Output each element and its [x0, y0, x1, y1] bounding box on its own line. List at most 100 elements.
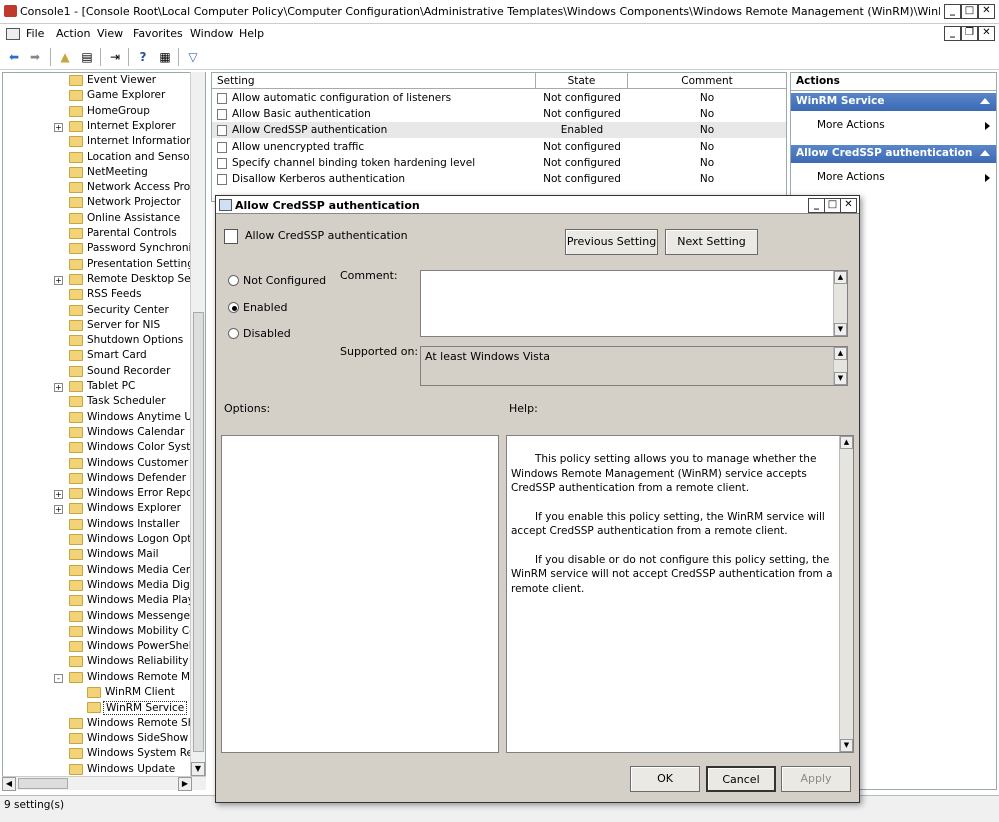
column-header-state[interactable]: State	[536, 73, 628, 89]
back-arrow-icon[interactable]: ⬅	[5, 48, 23, 66]
child-close-button[interactable]: ✕	[978, 26, 995, 41]
up-folder-icon[interactable]: ▲	[56, 48, 74, 66]
tree-item[interactable]: Windows Media Player	[3, 594, 205, 609]
show-hide-tree-icon[interactable]: ▤	[78, 48, 96, 66]
tree-item[interactable]: Windows Defender	[3, 472, 203, 487]
tree-item[interactable]: Windows Anytime Upgr	[3, 411, 205, 426]
tree-item[interactable]: Windows SideShow	[3, 732, 203, 747]
tree-item[interactable]: Windows Installer	[3, 518, 203, 533]
scroll-left-button[interactable]: ◀	[2, 777, 16, 791]
tree-item[interactable]: Windows Remote Shell	[3, 717, 205, 732]
tree-item[interactable]: + Tablet PC	[3, 380, 203, 395]
table-row[interactable]: Allow Basic authentication Not configured…	[212, 106, 786, 122]
menu-view[interactable]: View	[97, 27, 123, 40]
tree-item[interactable]: WinRM Service	[3, 701, 203, 716]
dialog-close-button[interactable]: ✕	[840, 198, 857, 213]
tree-item[interactable]: Parental Controls	[3, 227, 203, 242]
comment-scrollbar[interactable]: ▲ ▼	[833, 271, 847, 336]
scroll-right-button[interactable]: ▶	[178, 777, 192, 791]
menu-help[interactable]: Help	[239, 27, 264, 40]
tree-item[interactable]: Windows Media Digital R	[3, 579, 205, 594]
expand-icon[interactable]: +	[54, 383, 63, 392]
tree-item[interactable]: Password Synchronizat	[3, 242, 205, 257]
child-restore-button[interactable]: ❐	[961, 26, 978, 41]
tree-item[interactable]: HomeGroup	[3, 105, 203, 120]
ok-button[interactable]: OK	[630, 766, 700, 792]
column-header-setting[interactable]: Setting	[212, 73, 536, 89]
radio-disabled[interactable]	[228, 328, 239, 339]
tree-item[interactable]: + Windows Explorer	[3, 502, 203, 517]
tree-item[interactable]: NetMeeting	[3, 166, 203, 181]
expand-icon[interactable]: +	[54, 122, 63, 132]
tree-item[interactable]: Windows Media Center	[3, 564, 205, 579]
tree-horizontal-scrollbar[interactable]: ◀ ▶	[2, 776, 206, 791]
collapse-icon[interactable]: -	[54, 673, 63, 683]
tree-item[interactable]: + Remote Desktop Servic	[3, 273, 205, 288]
actions-section-winrm-service[interactable]: WinRM Service	[791, 93, 996, 111]
child-minimize-button[interactable]: _	[944, 26, 961, 41]
maximize-button[interactable]: □	[961, 4, 978, 19]
more-actions-credssp[interactable]: More Actions	[817, 171, 885, 183]
tree-item[interactable]: Windows Calendar	[3, 426, 203, 441]
cancel-button[interactable]: Cancel	[706, 766, 776, 792]
apply-button[interactable]: Apply	[781, 766, 851, 792]
scroll-thumb[interactable]	[193, 312, 204, 752]
tree-item[interactable]: Windows Customer Exp	[3, 457, 205, 472]
tree-item[interactable]: Online Assistance	[3, 212, 203, 227]
tree-item[interactable]: Game Explorer	[3, 89, 203, 104]
actions-section-credssp[interactable]: Allow CredSSP authentication	[791, 145, 996, 163]
radio-enabled[interactable]	[228, 302, 239, 313]
tree-item[interactable]: Event Viewer	[3, 74, 203, 89]
tree-item[interactable]: Internet Information Se	[3, 135, 205, 150]
previous-setting-button[interactable]: Previous Setting	[565, 229, 658, 255]
table-row[interactable]: Allow CredSSP authentication Enabled No	[212, 122, 786, 139]
comment-textarea[interactable]: ▲ ▼	[420, 270, 848, 337]
next-setting-button[interactable]: Next Setting	[665, 229, 758, 255]
table-row[interactable]: Allow automatic configuration of listene…	[212, 90, 786, 106]
tree-item[interactable]: Smart Card	[3, 349, 203, 364]
menu-window[interactable]: Window	[190, 27, 233, 40]
tree-item[interactable]: Network Projector	[3, 196, 203, 211]
collapse-icon[interactable]	[980, 150, 990, 156]
tree-item[interactable]: Windows Reliability Ana	[3, 655, 205, 670]
tree-item[interactable]: Sound Recorder	[3, 365, 203, 380]
menu-favorites[interactable]: Favorites	[133, 27, 183, 40]
collapse-icon[interactable]	[980, 98, 990, 104]
help-icon[interactable]: ?	[134, 48, 152, 66]
tree-item[interactable]: Location and Sensors	[3, 151, 203, 166]
radio-not-configured[interactable]	[228, 275, 239, 286]
tree-item[interactable]: - Windows Remote Mana	[3, 671, 205, 686]
tree-item[interactable]: + Internet Explorer	[3, 120, 203, 135]
tree-item[interactable]: Windows System Resou	[3, 747, 205, 762]
table-row[interactable]: Disallow Kerberos authentication Not conf…	[212, 171, 786, 187]
tree-item[interactable]: WinRM Client	[3, 686, 203, 701]
tree-item[interactable]: Windows Logon Options	[3, 533, 205, 548]
tree-item[interactable]: Security Center	[3, 304, 203, 319]
menu-file[interactable]: File	[26, 27, 44, 40]
dialog-maximize-button[interactable]: □	[824, 198, 841, 213]
tree-item[interactable]: Windows Color System	[3, 441, 205, 456]
table-row[interactable]: Specify channel binding token hardening …	[212, 155, 786, 171]
expand-icon[interactable]: +	[54, 490, 63, 500]
filter-icon[interactable]: ▽	[184, 48, 202, 66]
scroll-down-button[interactable]: ▼	[191, 762, 205, 776]
tree-item[interactable]: Windows PowerShell	[3, 640, 203, 655]
h-scroll-thumb[interactable]	[18, 778, 68, 789]
column-header-comment[interactable]: Comment	[628, 73, 786, 89]
dialog-minimize-button[interactable]: _	[808, 198, 825, 213]
expand-icon[interactable]: +	[54, 275, 63, 285]
properties-icon[interactable]: ▦	[156, 48, 174, 66]
tree-item[interactable]: Presentation Settings	[3, 258, 203, 273]
table-row[interactable]: Allow unencrypted traffic Not configured N…	[212, 139, 786, 155]
window-title-bar[interactable]: Console1 - [Console Root\Local Computer …	[0, 0, 999, 24]
minimize-button[interactable]: _	[944, 4, 961, 19]
export-list-icon[interactable]: ⇥	[106, 48, 124, 66]
tree-item[interactable]: Server for NIS	[3, 319, 203, 334]
tree-item[interactable]: Shutdown Options	[3, 334, 203, 349]
tree-vertical-scrollbar[interactable]: ▼	[190, 72, 205, 776]
tree-item[interactable]: Windows Mail	[3, 548, 203, 563]
tree-item[interactable]: Windows Messenger	[3, 610, 203, 625]
dialog-title-bar[interactable]: Allow CredSSP authentication _ □ ✕	[216, 196, 859, 214]
tree-item[interactable]: Network Access Protect	[3, 181, 205, 196]
more-actions-winrm-service[interactable]: More Actions	[817, 119, 885, 131]
